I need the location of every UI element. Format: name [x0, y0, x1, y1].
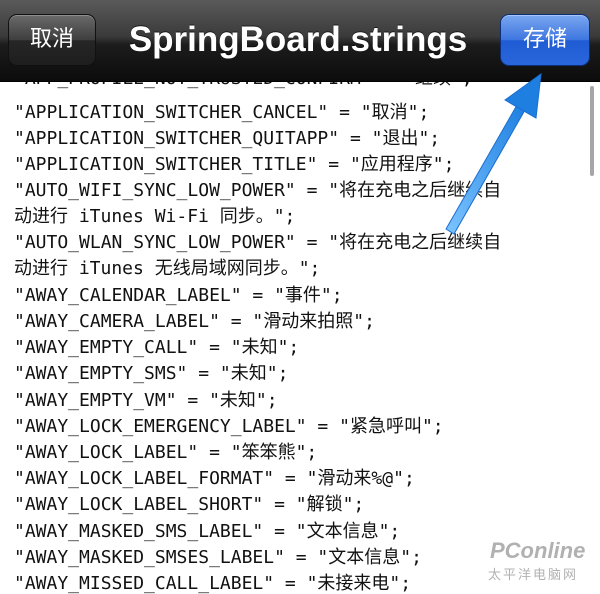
- cancel-button[interactable]: 取消: [8, 14, 96, 66]
- text-line: "AWAY_EMPTY_VM" = "未知";: [14, 390, 278, 411]
- text-line: "AWAY_LOCK_LABEL_FORMAT" = "滑动来%@";: [14, 468, 415, 489]
- text-line: "AWAY_EMPTY_SMS" = "未知";: [14, 363, 289, 384]
- text-line: "AWAY_MISSED_CALL_LABEL" = "未接来电";: [14, 573, 412, 594]
- text-line: "AUTO_WIFI_SYNC_LOW_POWER" = "将在充电之后继续自: [14, 180, 502, 201]
- text-line: "AWAY_LOCK_LABEL_SHORT" = "解锁";: [14, 494, 365, 515]
- text-line: 动进行 iTunes 无线局域网同步。";: [14, 258, 321, 279]
- text-line: "AWAY_EMPTY_CALL" = "未知";: [14, 337, 300, 358]
- text-line: "AWAY_MASKED_SMS_LABEL" = "文本信息";: [14, 521, 401, 542]
- text-line: "APPLICATION_SWITCHER_QUITAPP" = "退出";: [14, 128, 441, 149]
- watermark-sub-text: 太平洋电脑网: [488, 568, 579, 583]
- watermark-main-text: PConline: [490, 538, 586, 563]
- text-line: "AWAY_LOCK_EMERGENCY_LABEL" = "紧急呼叫";: [14, 416, 444, 437]
- text-line: "AUTO_WLAN_SYNC_LOW_POWER" = "将在充电之后继续自: [14, 232, 502, 253]
- save-button[interactable]: 存储: [500, 14, 590, 66]
- text-line: "AWAY_MASKED_SMSES_LABEL" = "文本信息";: [14, 547, 422, 568]
- text-line: "AWAY_LOCK_LABEL" = "笨笨熊";: [14, 442, 318, 463]
- text-line: "APPLICATION_SWITCHER_CANCEL" = "取消";: [14, 102, 430, 123]
- text-line: "AWAY_CALENDAR_LABEL" = "事件";: [14, 285, 343, 306]
- page-title: SpringBoard.strings: [128, 20, 468, 59]
- navigation-bar: 取消 SpringBoard.strings 存储: [0, 0, 600, 82]
- text-line: "APPLICATION_SWITCHER_TITLE" = "应用程序";: [14, 154, 455, 175]
- text-line: 动进行 iTunes Wi-Fi 同步。";: [14, 206, 296, 227]
- watermark-logo: PConline 太平洋电脑网: [484, 534, 594, 588]
- text-line: "AWAY_CAMERA_LABEL" = "滑动来拍照";: [14, 311, 375, 332]
- scroll-indicator[interactable]: [590, 86, 594, 176]
- file-content[interactable]: "APP_PROFILE_NOT_TRUSTED_CONFIRM" = "继续"…: [0, 70, 600, 594]
